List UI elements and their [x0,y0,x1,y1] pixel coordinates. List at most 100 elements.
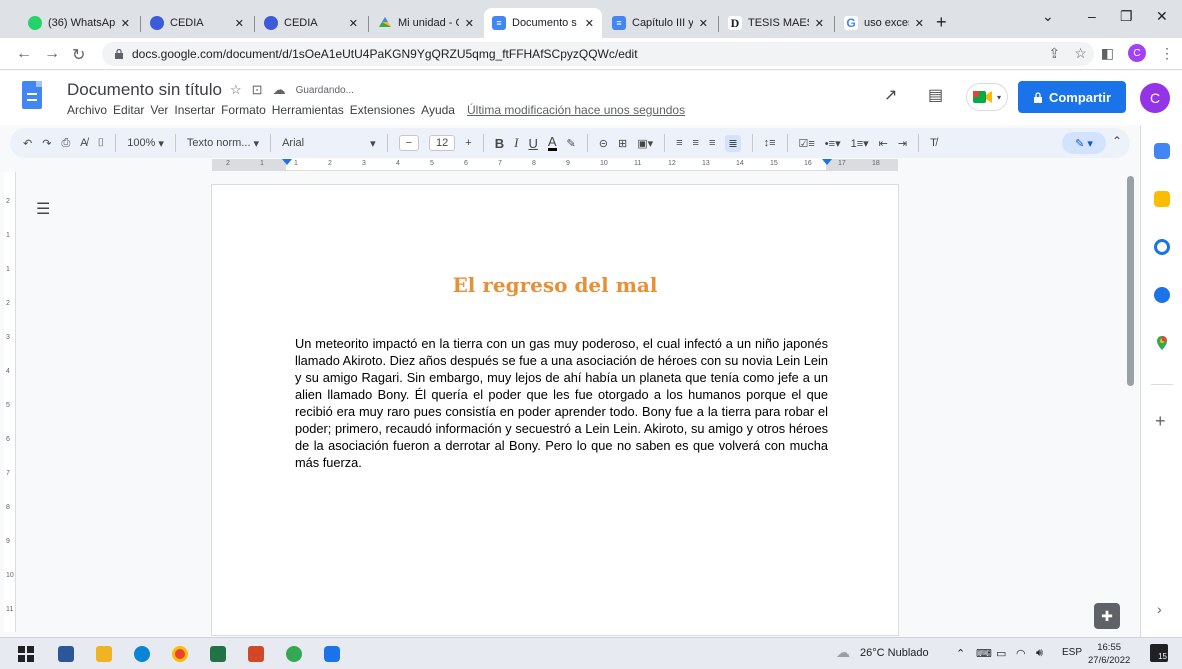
back-arrow-icon[interactable]: ← [16,45,32,63]
language-indicator[interactable]: ESP [1062,647,1082,658]
document-body-paragraph[interactable]: Un meteorito impactó en la tierra con un… [295,335,828,471]
numbered-list-icon[interactable]: 1≡▾ [851,137,869,150]
spellcheck-icon[interactable]: A̸ [80,137,87,149]
profile-avatar[interactable]: C [1128,44,1146,62]
menu-ver[interactable]: Ver [150,103,168,117]
maps-pin-icon[interactable] [1154,335,1170,351]
menu-editar[interactable]: Editar [113,103,144,117]
side-panel-icon[interactable]: ◧ [1101,45,1114,62]
new-tab-button[interactable]: + [936,12,947,33]
tab-capitulo[interactable]: ≡ Capítulo III y ✕ [604,8,716,38]
close-icon[interactable]: ✕ [585,17,594,30]
tab-cedia-2[interactable]: CEDIA ✕ [256,8,366,38]
scrollbar-thumb[interactable] [1127,176,1134,386]
align-left-icon[interactable]: ≡ [676,137,682,149]
zoom-select[interactable]: 100% ▾ [127,137,164,150]
window-close-icon[interactable]: ✕ [1156,8,1168,25]
weather-text[interactable]: 26°C Nublado [860,647,929,659]
menu-insertar[interactable]: Insertar [174,103,215,117]
tasks-icon[interactable] [1154,239,1170,255]
wifi-icon[interactable]: ◠ [1016,647,1026,660]
keyboard-icon[interactable]: ⌨ [976,647,992,660]
keep-icon[interactable] [1154,191,1170,207]
notifications-icon[interactable]: 15 [1150,644,1168,662]
share-button[interactable]: Compartir [1018,81,1126,113]
menu-archivo[interactable]: Archivo [67,103,107,117]
close-icon[interactable]: ✕ [915,17,924,30]
align-center-icon[interactable]: ≡ [693,137,699,149]
forward-arrow-icon[interactable]: → [44,45,60,63]
user-avatar[interactable]: C [1140,83,1170,113]
docs-logo-icon[interactable] [22,81,42,109]
menu-herramientas[interactable]: Herramientas [272,103,344,117]
menu-ayuda[interactable]: Ayuda [421,103,455,117]
style-select[interactable]: Texto norm... ▾ [187,137,259,150]
insert-image-icon[interactable]: ▣▾ [637,137,653,150]
edge-icon[interactable] [134,646,150,662]
underline-button[interactable]: U [528,136,537,151]
chrome-icon[interactable] [172,646,188,662]
line-spacing-icon[interactable]: ↕≡ [764,137,776,149]
font-select[interactable]: Arial [282,137,360,149]
move-folder-icon[interactable]: ⊡ [252,82,263,98]
zoom-icon[interactable] [324,646,340,662]
tab-drive[interactable]: Mi unidad - G ✕ [370,8,482,38]
tab-google-search[interactable]: G uso excesivo ✕ [836,8,932,38]
word-icon[interactable] [58,646,74,662]
align-right-icon[interactable]: ≡ [709,137,715,149]
explore-button[interactable]: ✚ [1094,603,1120,629]
tab-documento-active[interactable]: ≡ Documento s ✕ [484,8,602,38]
align-justify-icon[interactable]: ≣ [725,134,741,152]
decrease-indent-icon[interactable]: ⇤ [879,137,888,150]
menu-extensiones[interactable]: Extensiones [350,103,415,117]
print-icon[interactable]: ⎙ [61,137,70,150]
reload-icon[interactable]: ↻ [72,45,85,65]
restore-icon[interactable]: ❐ [1120,8,1133,25]
close-icon[interactable]: ✕ [121,17,130,30]
paint-format-icon[interactable]: ⌷ [98,137,105,150]
italic-button[interactable]: I [514,135,518,151]
comments-icon[interactable]: ▤ [928,85,943,105]
left-indent-marker[interactable] [282,159,292,165]
battery-icon[interactable]: ▭ [996,647,1006,660]
tab-whatsapp[interactable]: (36) WhatsAp ✕ [20,8,138,38]
calendar-icon[interactable] [1154,143,1170,159]
last-modified-link[interactable]: Última modificación hace unos segundos [467,103,685,117]
chevron-down-icon[interactable]: ▾ [370,137,376,150]
file-explorer-icon[interactable] [96,646,112,662]
close-icon[interactable]: ✕ [235,17,244,30]
excel-icon[interactable] [210,646,226,662]
tab-search-chevron-icon[interactable]: ⌄ [1042,8,1054,25]
font-size-input[interactable]: 12 [429,135,456,151]
system-clock[interactable]: 16:55 27/6/2022 [1088,641,1130,667]
volume-icon[interactable]: 🔊︎ [1036,647,1043,660]
right-indent-marker[interactable] [822,159,832,165]
bulleted-list-icon[interactable]: •≡▾ [825,137,841,150]
highlight-pen-icon[interactable]: ✎ [567,137,576,150]
contacts-icon[interactable] [1154,287,1170,303]
add-comment-icon[interactable]: ⊞ [618,137,627,150]
share-page-icon[interactable]: ⇪ [1048,45,1060,62]
add-addon-icon[interactable]: + [1155,411,1166,432]
redo-icon[interactable]: ↷ [42,137,51,150]
activity-trend-icon[interactable]: ↗ [884,85,897,105]
minimize-icon[interactable]: – [1088,8,1096,24]
document-title[interactable]: Documento sin título [67,80,222,100]
close-icon[interactable]: ✕ [349,17,358,30]
document-outline-icon[interactable]: ☰ [36,199,50,219]
chevron-right-icon[interactable]: › [1157,601,1162,617]
increase-font-button[interactable]: + [465,137,471,149]
document-page[interactable]: El regreso del mal Un meteorito impactó … [212,185,898,635]
undo-icon[interactable]: ↶ [23,137,32,150]
close-icon[interactable]: ✕ [465,17,474,30]
url-omnibox[interactable]: docs.google.com/document/d/1sOeA1eUtU4Pa… [102,42,1094,66]
menu-formato[interactable]: Formato [221,103,266,117]
powerpoint-icon[interactable] [248,646,264,662]
bold-button[interactable]: B [495,136,504,151]
tab-tesis[interactable]: D TESIS MAEST ✕ [720,8,832,38]
decrease-font-button[interactable]: − [398,135,420,151]
vertical-ruler[interactable]: 2 1 1 2 3 4 5 6 7 8 9 10 11 [4,172,16,632]
clear-formatting-icon[interactable]: T̸ [930,137,937,149]
horizontal-ruler[interactable]: 2 1 1 2 3 4 5 6 7 8 9 10 11 12 13 14 15 16 17 18 [212,159,898,171]
meet-button[interactable]: ▾ [966,83,1008,111]
